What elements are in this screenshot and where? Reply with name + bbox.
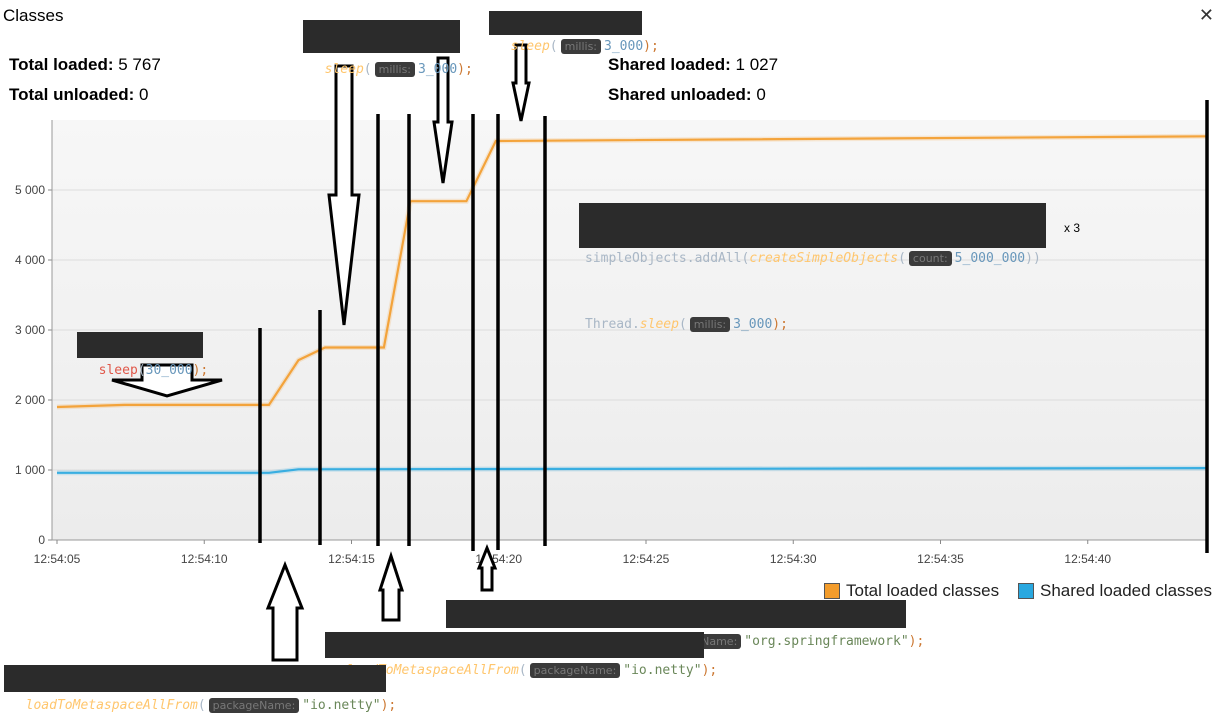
legend-shared[interactable]: Shared loaded classes xyxy=(1018,581,1212,601)
legend-total[interactable]: Total loaded classes xyxy=(824,581,999,601)
annotation-load-netty-b: loadToMetaspaceAllFrom(packageName: "io.n… xyxy=(4,665,396,713)
legend-total-swatch xyxy=(824,583,840,599)
y-tick-label: 1 000 xyxy=(15,463,45,477)
repeat-label: x 3 xyxy=(1064,221,1081,235)
x-tick-label: 12:54:40 xyxy=(1064,552,1111,566)
x-tick-label: 12:54:30 xyxy=(770,552,817,566)
y-tick-label: 3 000 xyxy=(15,323,45,337)
y-tick-label: 0 xyxy=(38,533,45,547)
arrow-up-icon xyxy=(377,551,405,622)
legend-total-label: Total loaded classes xyxy=(846,581,1000,600)
annotation-sleep-3000-a: sleep(millis: 3_000); xyxy=(303,20,473,77)
x-tick-label: 12:54:05 xyxy=(34,552,81,566)
annotation-sleep-30000: sleep(30_000); xyxy=(77,332,208,378)
x-tick-label: 12:54:25 xyxy=(623,552,670,566)
x-tick-label: 12:54:35 xyxy=(917,552,964,566)
annotation-load-netty-a: loadToMetaspaceAllFrom(packageName: "io.n… xyxy=(325,632,717,678)
annotation-add-all: simpleObjects.addAll(createSimpleObjects… xyxy=(579,203,1046,332)
x-tick-label: 12:54:10 xyxy=(181,552,228,566)
x-tick-label: 12:54:15 xyxy=(328,552,375,566)
y-tick-label: 5 000 xyxy=(15,183,45,197)
y-tick-label: 4 000 xyxy=(15,253,45,267)
legend-shared-label: Shared loaded classes xyxy=(1040,581,1213,600)
annotation-sleep-3000-b: sleep(millis: 3_000); xyxy=(489,11,659,54)
y-tick-label: 2 000 xyxy=(15,393,45,407)
arrow-up-icon xyxy=(265,560,305,662)
legend-shared-swatch xyxy=(1018,583,1034,599)
annotation-load-springframework: loadToMetaspaceAllFrom(packageName:"org.… xyxy=(446,600,924,649)
